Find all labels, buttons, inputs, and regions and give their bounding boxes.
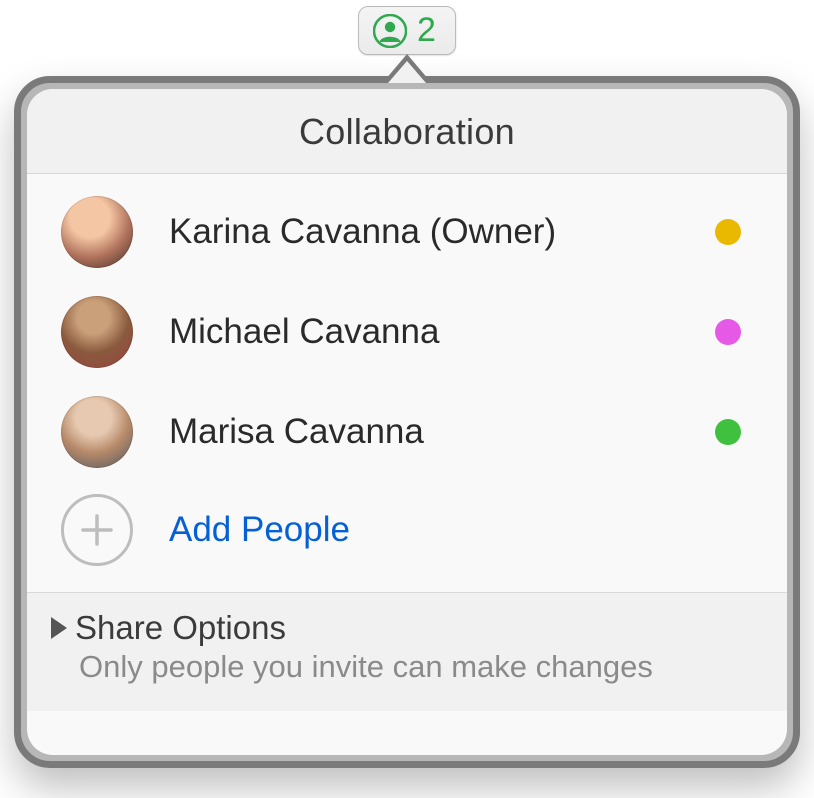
color-dot — [715, 319, 741, 345]
popover-title: Collaboration — [27, 89, 787, 174]
color-dot — [715, 219, 741, 245]
color-dot — [715, 419, 741, 445]
participant-name: Marisa Cavanna — [169, 412, 679, 452]
collaborator-count: 2 — [417, 11, 437, 50]
disclosure-triangle-icon — [51, 617, 67, 639]
participant-row[interactable]: Karina Cavanna (Owner) — [27, 182, 787, 282]
add-people-button[interactable]: Add People — [27, 482, 787, 592]
plus-icon — [61, 494, 133, 566]
avatar — [61, 196, 133, 268]
share-options-title: Share Options — [75, 609, 286, 647]
participant-name: Michael Cavanna — [169, 312, 679, 352]
avatar — [61, 396, 133, 468]
participant-name: Karina Cavanna (Owner) — [169, 212, 679, 252]
add-people-label: Add People — [169, 510, 350, 550]
share-options-subtitle: Only people you invite can make changes — [47, 649, 767, 685]
share-options-toggle[interactable]: Share Options — [47, 609, 767, 647]
share-options-section: Share Options Only people you invite can… — [27, 592, 787, 711]
collaboration-button[interactable]: 2 — [358, 6, 456, 55]
person-icon — [373, 14, 407, 48]
avatar — [61, 296, 133, 368]
participant-row[interactable]: Marisa Cavanna — [27, 382, 787, 482]
participant-list: Karina Cavanna (Owner) Michael Cavanna M… — [27, 174, 787, 592]
participant-row[interactable]: Michael Cavanna — [27, 282, 787, 382]
collaboration-popover: Collaboration Karina Cavanna (Owner) Mic… — [14, 76, 800, 768]
